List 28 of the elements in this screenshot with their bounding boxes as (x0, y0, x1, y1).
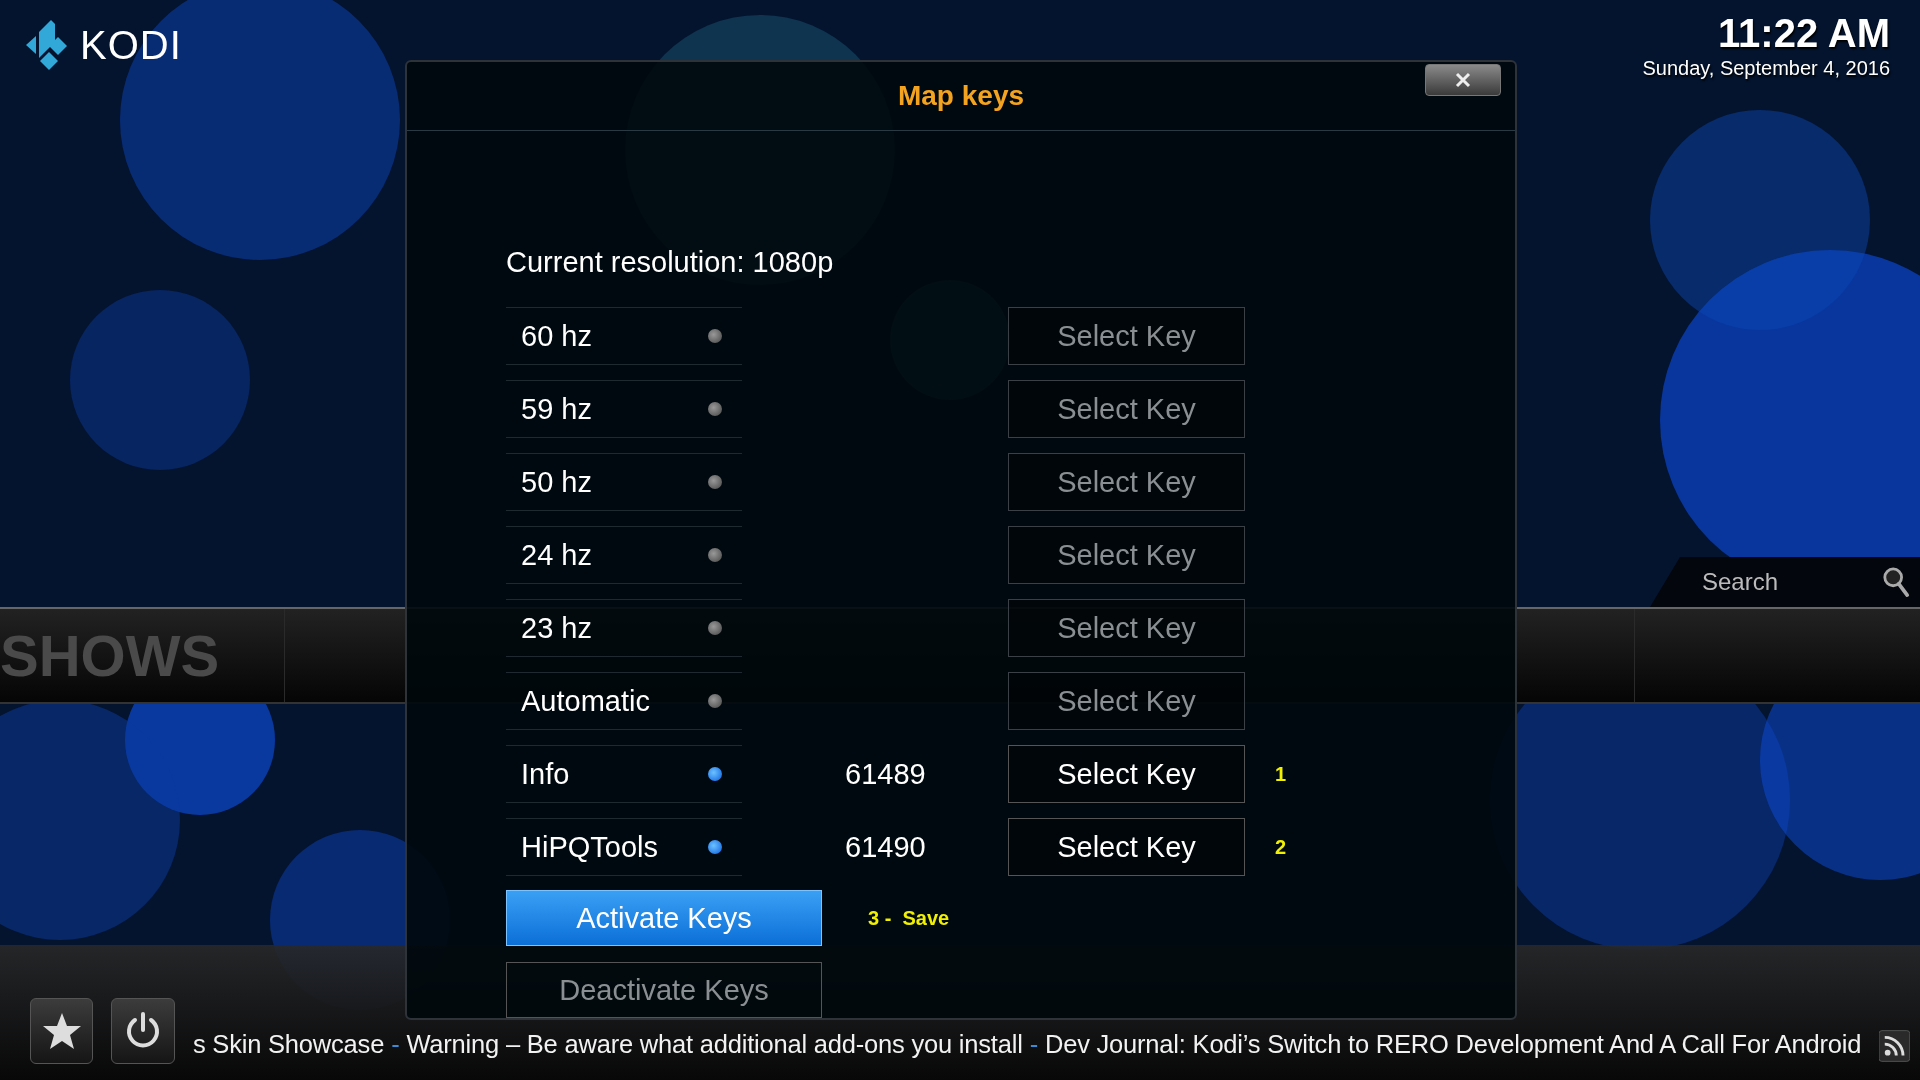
step-note: 1 (1275, 762, 1287, 786)
search-button[interactable]: Search (1650, 557, 1920, 607)
news-headline: Warning – Be aware what additional add-ons you install (406, 1030, 1023, 1059)
step-note: 3 - Save (868, 906, 950, 930)
news-headline: Dev Journal: Kodi’s Switch to RERO Development And A Call For Android (1044, 1030, 1862, 1059)
ticker-separator: - (1029, 1030, 1038, 1059)
dialog-title: Map keys (897, 80, 1025, 112)
close-button[interactable] (1425, 64, 1501, 96)
power-button[interactable] (111, 998, 175, 1064)
search-icon (1882, 566, 1910, 598)
clock-time: 11:22 AM (1718, 10, 1890, 56)
select-key-button[interactable]: Select Key (1008, 818, 1245, 876)
refresh-rate-toggle[interactable]: HiPQTools (506, 818, 742, 876)
clock-date: Sunday, September 4, 2016 (1642, 56, 1890, 80)
rss-icon[interactable] (1879, 1030, 1910, 1062)
key-code: 61490 (845, 830, 926, 863)
select-key-button[interactable]: Select Key (1008, 745, 1245, 803)
key-code: 61489 (845, 757, 926, 790)
news-headline: s Skin Showcase (192, 1030, 385, 1059)
star-icon (41, 1011, 82, 1051)
brand-name: KODI (80, 22, 182, 68)
action-button[interactable]: Activate Keys (506, 890, 822, 946)
resolution-text: Current resolution: 1080p (506, 246, 835, 279)
refresh-rate-toggle[interactable]: Info (506, 745, 742, 803)
close-icon (1455, 72, 1471, 88)
ticker-separator: - (391, 1030, 400, 1059)
step-note: 2 (1275, 835, 1287, 859)
favourites-button[interactable] (30, 998, 94, 1064)
